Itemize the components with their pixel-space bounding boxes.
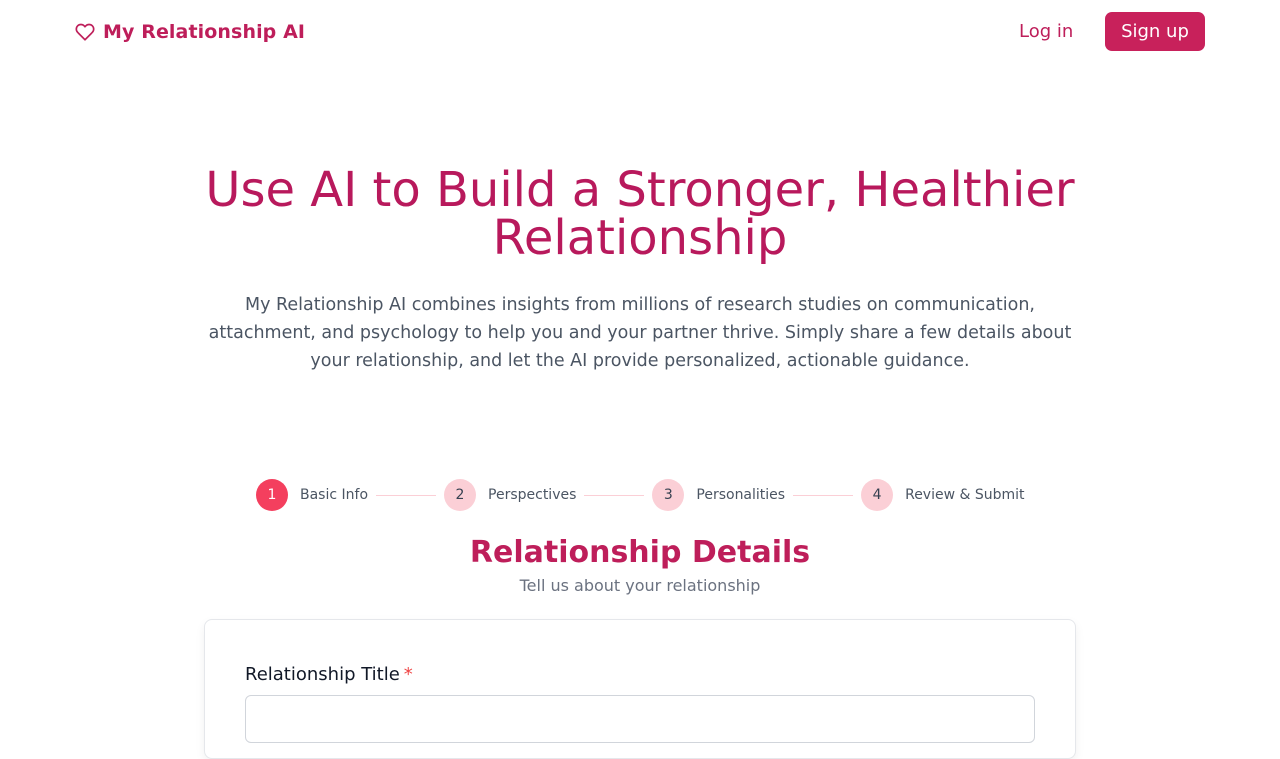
signup-button[interactable]: Sign up [1105,12,1205,51]
top-nav: My Relationship AI Log in Sign up [0,0,1280,64]
section-title: Relationship Details [469,535,811,570]
brand-logo-link[interactable]: My Relationship AI [75,20,305,44]
step-number: 4 [861,479,894,511]
step-number: 3 [652,479,685,511]
login-link[interactable]: Log in [1019,20,1073,44]
relationship-title-input[interactable] [245,695,1035,743]
step-personalities[interactable]: 3 Personalities [652,479,785,511]
form-card: Relationship Title * [204,619,1076,759]
step-label: Review & Submit [905,487,1025,503]
step-review-submit[interactable]: 4 Review & Submit [861,479,1025,511]
label-text: Relationship Title [245,664,400,685]
required-marker: * [403,664,413,685]
step-number: 1 [256,479,288,511]
progress-stepper: 1 Basic Info 2 Perspectives 3 Personalit… [256,479,1036,511]
step-label: Personalities [696,487,786,503]
relationship-title-label: Relationship Title * [245,663,413,687]
step-basic-info[interactable]: 1 Basic Info [256,479,368,511]
hero-description: My Relationship AI combines insights fro… [208,295,1072,371]
hero-title: Use AI to Build a Stronger, Healthier Re… [205,162,1075,266]
section-subtitle: Tell us about your relationship [519,576,761,595]
step-label: Perspectives [488,487,577,503]
brand-name: My Relationship AI [103,21,306,43]
heart-icon [75,23,95,41]
step-connector [793,494,854,496]
step-label: Basic Info [300,487,369,503]
step-perspectives[interactable]: 2 Perspectives [444,479,576,511]
step-connector [584,494,645,496]
step-connector [376,494,437,496]
step-number: 2 [444,479,477,511]
